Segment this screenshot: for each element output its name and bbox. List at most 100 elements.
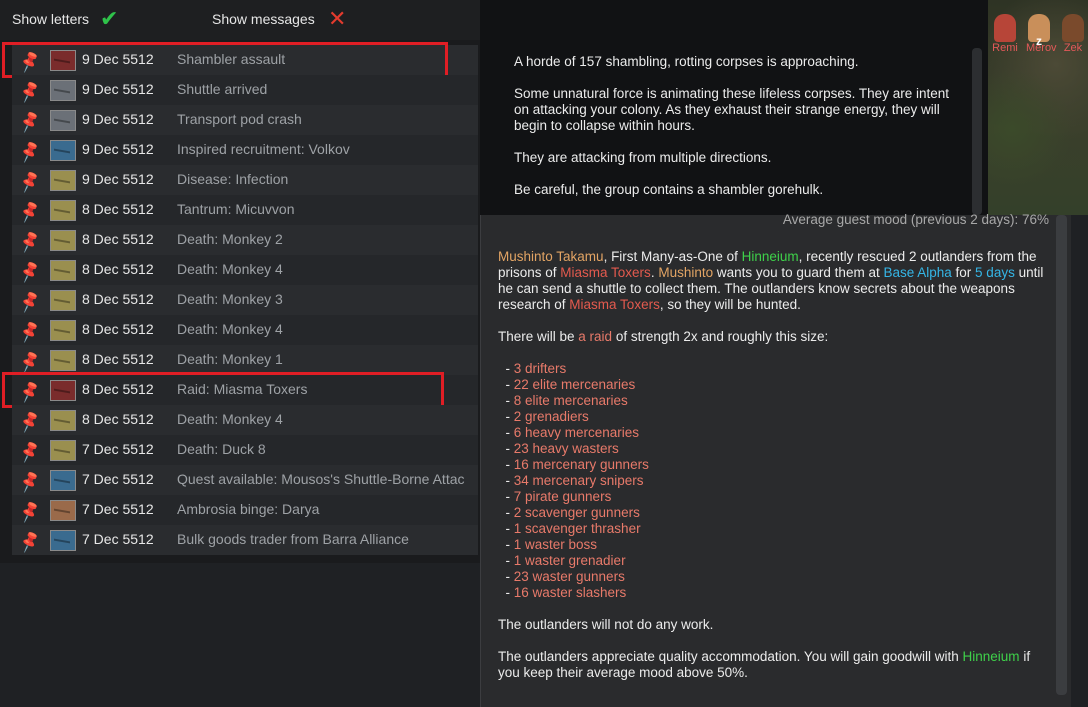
colonist-face	[1062, 14, 1084, 42]
raid-unit-link[interactable]: 23 heavy wasters	[514, 441, 619, 456]
letter-date: 8 Dec 5512	[82, 261, 154, 277]
raid-unit-link[interactable]: 16 waster slashers	[514, 585, 627, 600]
letter-date: 9 Dec 5512	[82, 111, 154, 127]
raid-unit-link[interactable]: 1 waster boss	[514, 537, 597, 552]
raid-list-item: - 1 scavenger thrasher	[498, 521, 641, 536]
letter-row[interactable]: 📌 8 Dec 5512 Death: Monkey 2	[12, 225, 478, 255]
raid-unit-link[interactable]: 7 pirate gunners	[514, 489, 612, 504]
raid-unit-link[interactable]: 16 mercenary gunners	[514, 457, 649, 472]
description-scrollbar[interactable]	[972, 48, 982, 215]
letter-row[interactable]: 📌 7 Dec 5512 Bulk goods trader from Barra …	[12, 525, 478, 555]
pin-icon[interactable]: 📌	[17, 469, 43, 495]
pin-icon[interactable]: 📌	[17, 259, 43, 285]
pin-icon[interactable]: 📌	[17, 319, 43, 345]
highlight-box	[2, 42, 448, 78]
letter-row[interactable]: 📌 7 Dec 5512 Death: Duck 8	[12, 435, 478, 465]
raid-list-item: - 16 mercenary gunners	[498, 457, 649, 472]
pin-icon[interactable]: 📌	[17, 349, 43, 375]
letter-title: Death: Monkey 2	[177, 231, 283, 247]
letter-row[interactable]: 📌 7 Dec 5512 Quest available: Mousos's Shu…	[12, 465, 478, 495]
letter-date: 9 Dec 5512	[82, 141, 154, 157]
description-paragraph: Some unnatural force is animating these …	[514, 86, 949, 133]
duration-value: 5 days	[975, 265, 1015, 280]
raid-unit-link[interactable]: 34 mercenary snipers	[514, 473, 644, 488]
enemy-faction-link[interactable]: Miasma Toxers	[569, 297, 660, 312]
raid-list-item: - 16 waster slashers	[498, 585, 627, 600]
raid-unit-link[interactable]: 8 elite mercenaries	[514, 393, 628, 408]
pin-icon[interactable]: 📌	[17, 529, 43, 555]
quest-text-fragment: , so they will be hunted.	[659, 297, 801, 312]
raid-link[interactable]: a raid	[578, 329, 612, 344]
letters-panel: Show letters ✔ Show messages ✕ 📌 9 Dec 55…	[0, 0, 480, 563]
raid-unit-link[interactable]: 23 waster gunners	[514, 569, 625, 584]
letter-title: Bulk goods trader from Barra Alliance	[177, 531, 409, 547]
enemy-faction-link[interactable]: Miasma Toxers	[560, 265, 651, 280]
letter-date: 8 Dec 5512	[82, 231, 154, 247]
map-link[interactable]: Base Alpha	[883, 265, 951, 280]
pin-icon[interactable]: 📌	[17, 289, 43, 315]
quest-giver-link[interactable]: Mushinto Takamu	[498, 249, 604, 264]
pin-icon[interactable]: 📌	[17, 79, 43, 105]
raid-unit-link[interactable]: 22 elite mercenaries	[514, 377, 636, 392]
raid-unit-link[interactable]: 6 heavy mercenaries	[514, 425, 639, 440]
raid-list-item: - 8 elite mercenaries	[498, 393, 628, 408]
letter-date: 9 Dec 5512	[82, 81, 154, 97]
envelope-icon	[50, 350, 76, 371]
letter-title: Tantrum: Micuvvon	[177, 201, 295, 217]
letter-row[interactable]: 📌 8 Dec 5512 Death: Monkey 4	[12, 255, 478, 285]
envelope-icon	[50, 200, 76, 221]
envelope-icon	[50, 530, 76, 551]
envelope-icon	[50, 230, 76, 251]
quest-scrollbar[interactable]	[1056, 215, 1067, 695]
faction-link[interactable]: Hinneium	[742, 249, 799, 264]
pin-icon[interactable]: 📌	[17, 499, 43, 525]
envelope-icon	[50, 80, 76, 101]
letter-row[interactable]: 📌 9 Dec 5512 Disease: Infection	[12, 165, 478, 195]
envelope-icon	[50, 440, 76, 461]
colonist-portrait[interactable]: Remi	[992, 14, 1018, 58]
raid-unit-link[interactable]: 1 waster grenadier	[514, 553, 626, 568]
letter-title: Death: Monkey 4	[177, 411, 283, 427]
letter-row[interactable]: 📌 9 Dec 5512 Inspired recruitment: Volkov	[12, 135, 478, 165]
raid-unit-link[interactable]: 2 scavenger gunners	[514, 505, 640, 520]
colonist-portrait[interactable]: z Merov	[1026, 14, 1057, 58]
raid-list-item: - 34 mercenary snipers	[498, 473, 644, 488]
show-messages-toggle[interactable]: Show messages ✕	[212, 8, 346, 30]
faction-link[interactable]: Hinneium	[963, 649, 1020, 664]
highlight-box	[2, 372, 444, 408]
letter-date: 7 Dec 5512	[82, 441, 154, 457]
envelope-icon	[50, 500, 76, 521]
quest-text-fragment: of strength 2x and roughly this size:	[612, 329, 829, 344]
quest-giver-link[interactable]: Mushinto	[658, 265, 713, 280]
letter-row[interactable]: 📌 9 Dec 5512 Transport pod crash	[12, 105, 478, 135]
letter-row[interactable]: 📌 8 Dec 5512 Death: Monkey 1	[12, 345, 478, 375]
colonist-portrait[interactable]: Zek	[1060, 14, 1086, 58]
pin-icon[interactable]: 📌	[17, 439, 43, 465]
quest-text: Mushinto Takamu, First Many-as-One of Hi…	[498, 249, 1050, 697]
letter-title: Inspired recruitment: Volkov	[177, 141, 350, 157]
letter-row[interactable]: 📌 8 Dec 5512 Death: Monkey 4	[12, 315, 478, 345]
pin-icon[interactable]: 📌	[17, 199, 43, 225]
pin-icon[interactable]: 📌	[17, 409, 43, 435]
pin-icon[interactable]: 📌	[17, 169, 43, 195]
letter-date: 8 Dec 5512	[82, 321, 154, 337]
letter-row[interactable]: 📌 8 Dec 5512 Death: Monkey 3	[12, 285, 478, 315]
show-letters-label: Show letters	[12, 11, 90, 27]
raid-unit-link[interactable]: 1 scavenger thrasher	[514, 521, 641, 536]
letter-date: 8 Dec 5512	[82, 351, 154, 367]
colonist-face	[994, 14, 1016, 42]
letter-date: 7 Dec 5512	[82, 531, 154, 547]
raid-unit-link[interactable]: 3 drifters	[514, 361, 567, 376]
pin-icon[interactable]: 📌	[17, 229, 43, 255]
letter-row[interactable]: 📌 8 Dec 5512 Death: Monkey 4	[12, 405, 478, 435]
letter-row[interactable]: 📌 9 Dec 5512 Shuttle arrived	[12, 75, 478, 105]
pin-icon[interactable]: 📌	[17, 109, 43, 135]
letter-row[interactable]: 📌 8 Dec 5512 Tantrum: Micuvvon	[12, 195, 478, 225]
letter-row[interactable]: 📌 7 Dec 5512 Ambrosia binge: Darya	[12, 495, 478, 525]
show-letters-toggle[interactable]: Show letters ✔	[12, 8, 118, 30]
quest-text-fragment: There will be	[498, 329, 579, 344]
pin-icon[interactable]: 📌	[17, 139, 43, 165]
show-messages-label: Show messages	[212, 11, 315, 27]
raid-unit-link[interactable]: 2 grenadiers	[514, 409, 589, 424]
quest-details-panel: Average guest mood (previous 2 days): 76…	[480, 212, 1071, 707]
